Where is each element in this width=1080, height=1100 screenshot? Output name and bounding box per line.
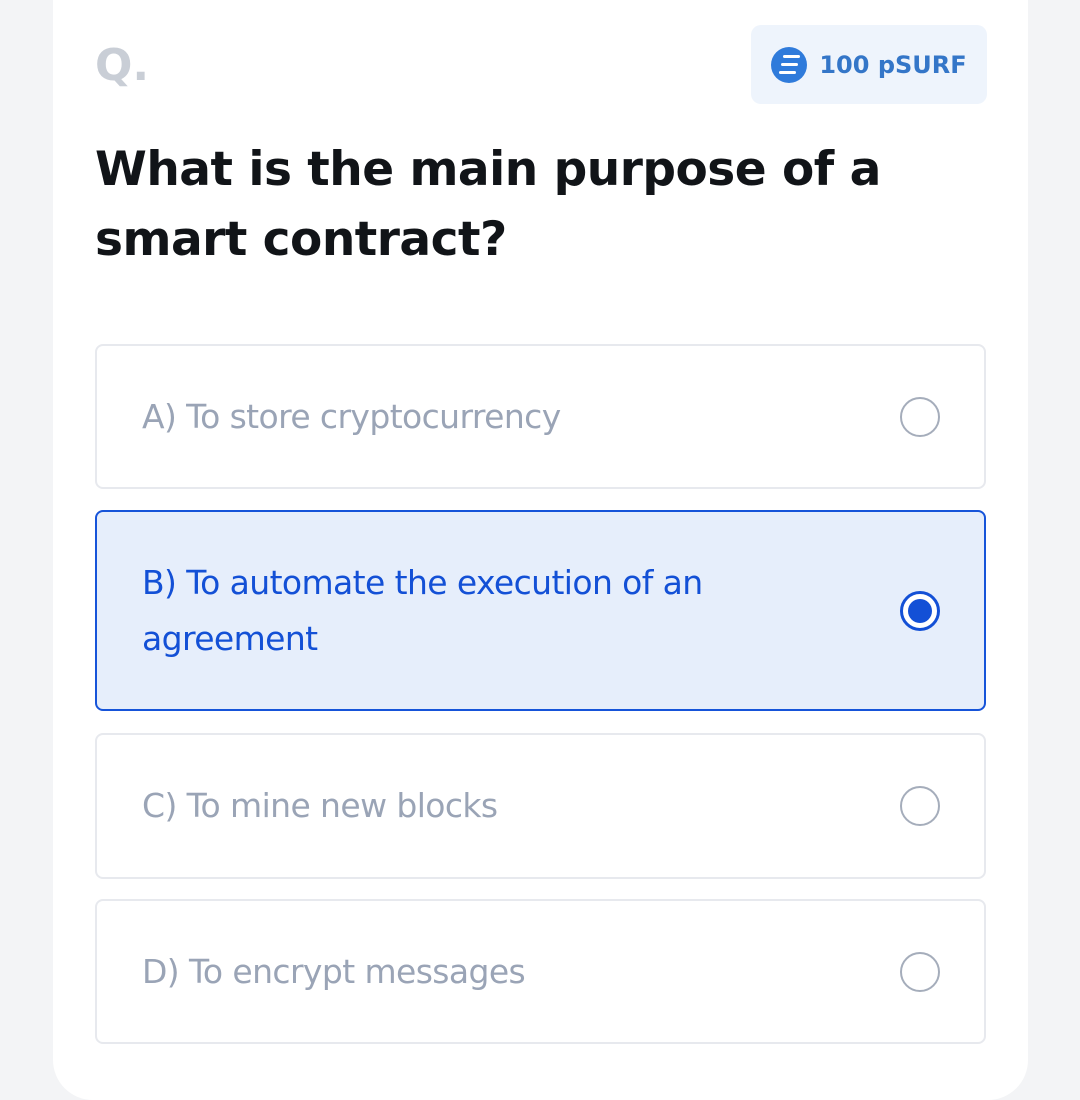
option-d[interactable]: D) To encrypt messages bbox=[95, 899, 986, 1044]
option-a-radio[interactable] bbox=[900, 396, 940, 437]
option-d-radio[interactable] bbox=[900, 951, 940, 992]
option-c-label: C) To mine new blocks bbox=[142, 786, 498, 825]
option-d-label: D) To encrypt messages bbox=[142, 951, 526, 991]
option-b[interactable]: B) To automate the execution of an agree… bbox=[95, 510, 986, 711]
option-b-radio[interactable] bbox=[900, 590, 940, 631]
option-b-label: B) To automate the execution of an agree… bbox=[142, 562, 703, 658]
surf-token-icon bbox=[771, 46, 808, 83]
option-c-radio[interactable] bbox=[900, 786, 940, 826]
question-text: What is the main purpose of a smart cont… bbox=[95, 142, 881, 267]
option-c[interactable]: C) To mine new blocks bbox=[95, 733, 986, 879]
reward-badge: 100 pSURF bbox=[751, 25, 987, 104]
reward-amount: 100 pSURF bbox=[819, 50, 967, 79]
option-a[interactable]: A) To store cryptocurrency bbox=[95, 344, 986, 489]
option-a-label: A) To store cryptocurrency bbox=[142, 396, 561, 436]
question-marker: Q. bbox=[95, 40, 150, 91]
